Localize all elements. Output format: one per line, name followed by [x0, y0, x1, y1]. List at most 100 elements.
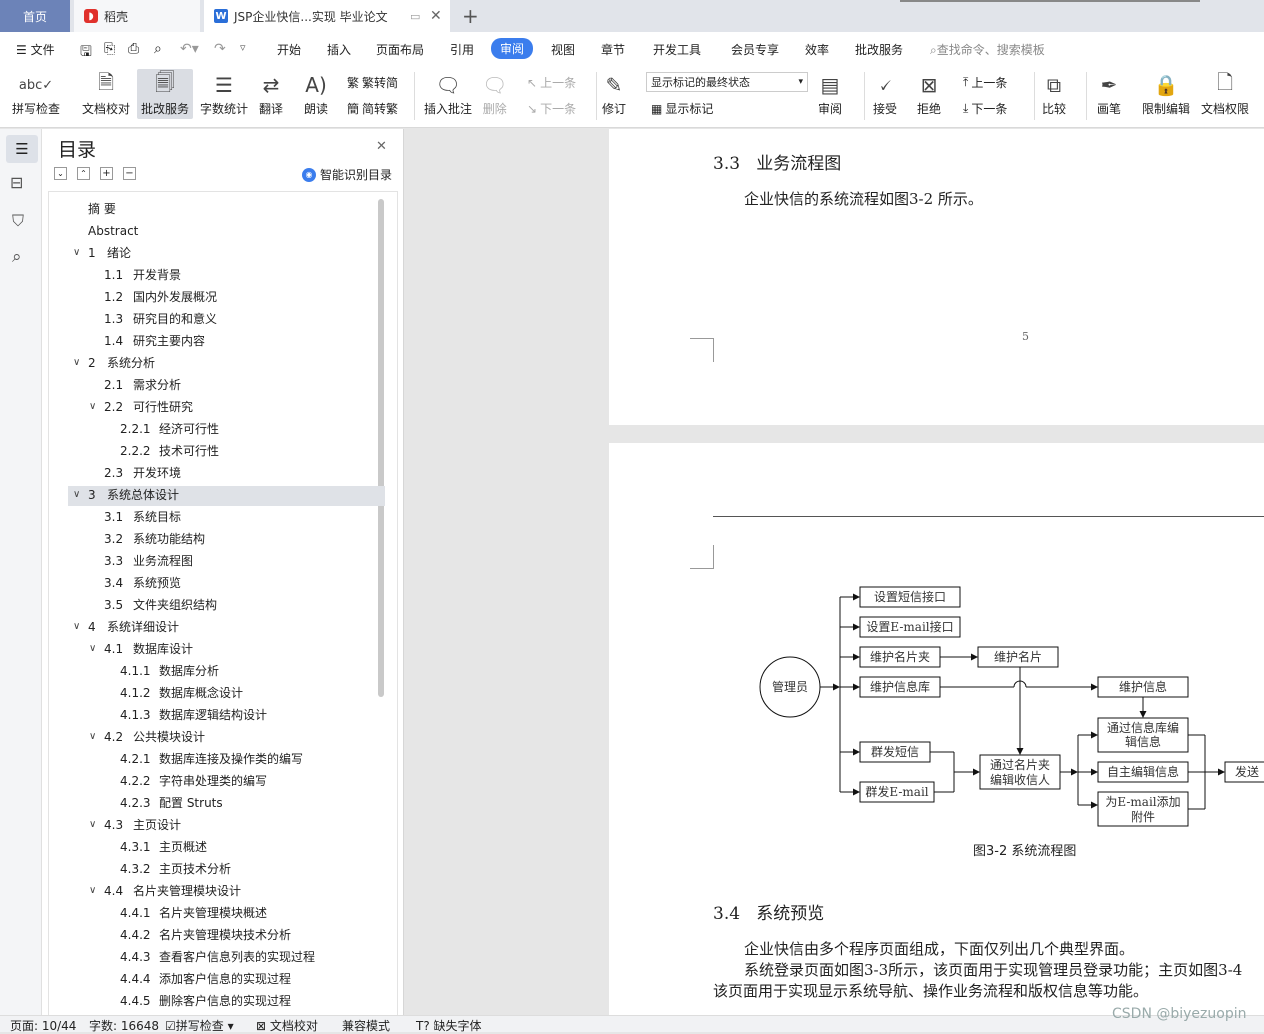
chevron-down-icon[interactable]: ∨ — [73, 243, 80, 263]
show-markup-button[interactable]: ▦ 显示标记 — [651, 100, 713, 117]
toc-item[interactable]: 1.1 开发背景 — [55, 265, 377, 285]
toc-item[interactable]: 4.3.1 主页概述 — [55, 837, 377, 857]
toc-item[interactable]: ∨ 1 绪论 — [55, 243, 377, 263]
toc-item[interactable]: 4.2.1 数据库连接及操作类的编写 — [55, 749, 377, 769]
toc-item[interactable]: 3.1 系统目标 — [55, 507, 377, 527]
menu-page-layout[interactable]: 页面布局 — [376, 41, 424, 58]
markup-state-select[interactable]: 显示标记的最终状态 ▾ — [646, 72, 808, 92]
next-comment-button[interactable]: ↘ 下一条 — [527, 100, 576, 117]
chevron-down-icon[interactable]: ∨ — [89, 639, 96, 659]
quick-access-dropdown-icon[interactable]: ▿ — [240, 41, 246, 54]
toc-item[interactable]: ∨ 2 系统分析 — [55, 353, 377, 373]
compare-button[interactable]: ⧉ 比较 — [1042, 70, 1066, 117]
menu-view[interactable]: 视图 — [551, 41, 575, 58]
toc-item[interactable]: 4.4.5 删除客户信息的实现过程 — [55, 991, 377, 1011]
chevron-down-icon[interactable]: ∨ — [89, 815, 96, 835]
close-tab-icon[interactable]: ✕ — [430, 8, 442, 24]
chevron-down-icon[interactable]: ∨ — [73, 617, 80, 637]
toc-item[interactable]: 2.1 需求分析 — [55, 375, 377, 395]
read-aloud-button[interactable]: A) 朗读 — [304, 70, 328, 117]
next-revision-button[interactable]: ⤓ 下一条 — [963, 100, 1007, 117]
doc-check-button[interactable]: 🗎 文档校对 — [82, 70, 130, 117]
word-count-button[interactable]: ☰ 字数统计 — [200, 70, 248, 117]
doc-permission-button[interactable]: 🗋 文档权限 — [1201, 70, 1249, 117]
review-service-button[interactable]: 🗐 批改服务 — [137, 69, 194, 119]
simp-to-trad-button[interactable]: 簡简转繁 — [347, 100, 398, 117]
spellcheck-status[interactable]: ☑拼写检查 ▾ — [165, 1017, 234, 1034]
toc-item[interactable]: 4.4.3 查看客户信息列表的实现过程 — [55, 947, 377, 967]
prev-revision-button[interactable]: ⤒ 上一条 — [963, 74, 1007, 91]
menu-home[interactable]: 开始 — [277, 41, 301, 58]
chevron-down-icon[interactable]: ∨ — [89, 727, 96, 747]
toc-item[interactable]: 1.3 研究目的和意义 — [55, 309, 377, 329]
trad-to-simp-button[interactable]: 繁繁转简 — [347, 74, 398, 91]
toc-item[interactable]: 1.2 国内外发展概况 — [55, 287, 377, 307]
revise-button[interactable]: ✎ 修订 — [602, 70, 626, 117]
toc-item[interactable]: ∨ 4 系统详细设计 — [55, 617, 377, 637]
reject-button[interactable]: ⊠ 拒绝 — [917, 70, 941, 117]
toc-item[interactable]: 2.3 开发环境 — [55, 463, 377, 483]
toc-item[interactable]: ∨ 2.2 可行性研究 — [55, 397, 377, 417]
menu-insert[interactable]: 插入 — [327, 41, 351, 58]
toc-item[interactable]: 4.3.2 主页技术分析 — [55, 859, 377, 879]
save-icon[interactable]: 🖫 — [80, 41, 92, 65]
toc-item[interactable]: 2.2.1 经济可行性 — [55, 419, 377, 439]
toc-item[interactable]: 4.4.2 名片夹管理模块技术分析 — [55, 925, 377, 945]
menu-chapter[interactable]: 章节 — [601, 41, 625, 58]
toc-item[interactable]: 3.5 文件夹组织结构 — [55, 595, 377, 615]
toc-item[interactable]: ∨ 4.2 公共模块设计 — [55, 727, 377, 747]
new-tab-icon[interactable]: + — [462, 4, 479, 28]
export-icon[interactable]: ⎘ — [104, 41, 115, 57]
page-indicator[interactable]: 页面: 10/44 — [10, 1017, 76, 1034]
spellcheck-button[interactable]: abc✓ 拼写检查 — [12, 70, 60, 117]
toc-item[interactable]: 4.1.2 数据库概念设计 — [55, 683, 377, 703]
bookmark-icon[interactable]: ⛉ — [12, 211, 24, 231]
toc-item[interactable]: 1.4 研究主要内容 — [55, 331, 377, 351]
tab-home[interactable]: 首页 — [0, 0, 70, 32]
word-count-indicator[interactable]: 字数: 16648 — [89, 1017, 159, 1034]
chevron-down-icon[interactable]: ∨ — [89, 881, 96, 901]
missing-font-status[interactable]: T? 缺失字体 — [416, 1017, 482, 1034]
insert-comment-button[interactable]: 🗨 插入批注 — [424, 70, 472, 117]
tab-docer[interactable]: ◗ 稻壳 — [74, 0, 200, 32]
toc-item[interactable]: 3.4 系统预览 — [55, 573, 377, 593]
toc-item[interactable]: ∨ 4.1 数据库设计 — [55, 639, 377, 659]
toc-item[interactable]: 2.2.2 技术可行性 — [55, 441, 377, 461]
chevron-down-icon[interactable]: ∨ — [73, 353, 80, 373]
menu-file[interactable]: ☰ 文件 — [16, 41, 55, 58]
print-preview-icon[interactable]: ⌕ — [154, 41, 162, 57]
toc-item[interactable]: Abstract — [55, 221, 377, 241]
menu-references[interactable]: 引用 — [450, 41, 474, 58]
menu-correction[interactable]: 批改服务 — [855, 41, 903, 58]
toc-item[interactable]: 4.4.4 添加客户信息的实现过程 — [55, 969, 377, 989]
chevron-down-icon[interactable]: ∨ — [73, 485, 80, 505]
delete-comment-button[interactable]: 🗨 删除 — [482, 70, 507, 117]
menu-member[interactable]: 会员专享 — [731, 41, 779, 58]
nav-pane-icon[interactable]: ⊟ — [10, 173, 23, 192]
menu-dev-tools[interactable]: 开发工具 — [653, 41, 701, 58]
command-search[interactable]: ⌕查找命令、搜索模板 — [930, 41, 1045, 58]
pen-button[interactable]: ✒ 画笔 — [1097, 70, 1121, 117]
toc-item[interactable]: ∨ 4.3 主页设计 — [55, 815, 377, 835]
redo-icon[interactable]: ↷ — [214, 41, 226, 57]
menu-efficiency[interactable]: 效率 — [805, 41, 829, 58]
accept-button[interactable]: 🗸 接受 — [873, 70, 897, 117]
search-icon[interactable]: ⌕ — [12, 247, 22, 267]
toc-item[interactable]: 4.2.3 配置 Struts — [55, 793, 377, 813]
restrict-edit-button[interactable]: 🔒 限制编辑 — [1142, 70, 1190, 117]
translate-button[interactable]: ⇄ 翻译 — [259, 70, 283, 117]
toc-item[interactable]: 4.4.1 名片夹管理模块概述 — [55, 903, 377, 923]
menu-review[interactable]: 审阅 — [491, 38, 534, 59]
tab-document[interactable]: W JSP企业快信...实现 毕业论文 ▭ ✕ — [204, 0, 450, 32]
toc-item[interactable]: 3.3 业务流程图 — [55, 551, 377, 571]
toc-panel-icon[interactable]: ☰ — [6, 135, 38, 163]
toc-item[interactable]: 4.1.3 数据库逻辑结构设计 — [55, 705, 377, 725]
toc-item[interactable]: ∨ 3 系统总体设计 — [55, 485, 377, 505]
toc-item[interactable]: 3.2 系统功能结构 — [55, 529, 377, 549]
toc-item[interactable]: 4.1.1 数据库分析 — [55, 661, 377, 681]
chevron-down-icon[interactable]: ∨ — [89, 397, 96, 417]
print-icon[interactable]: ⎙ — [128, 41, 139, 57]
toc-item[interactable]: 4.2.2 字符串处理类的编写 — [55, 771, 377, 791]
doc-check-status[interactable]: ⊠ 文档校对 — [256, 1017, 318, 1034]
toc-item[interactable]: 摘 要 — [55, 199, 377, 219]
